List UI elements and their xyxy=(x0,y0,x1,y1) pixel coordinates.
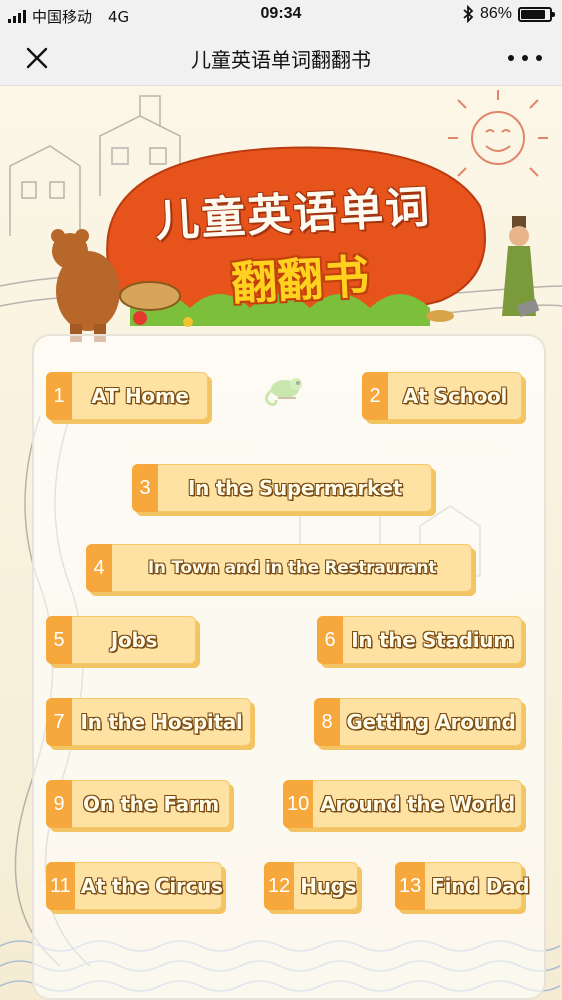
word-label: Around the World xyxy=(320,792,515,816)
bluetooth-icon xyxy=(463,5,474,23)
word-button-3[interactable]: 3 In the Supermarket xyxy=(132,464,432,512)
word-number: 11 xyxy=(46,862,75,910)
word-number: 6 xyxy=(317,616,343,664)
more-icon-dot xyxy=(536,55,542,61)
battery-fill xyxy=(521,9,546,19)
word-button-1[interactable]: 1 AT Home xyxy=(46,372,208,420)
word-number: 13 xyxy=(395,862,426,910)
word-number: 8 xyxy=(314,698,340,746)
word-button-9[interactable]: 9 On the Farm xyxy=(46,780,230,828)
word-button-2[interactable]: 2 At School xyxy=(362,372,522,420)
page-title: 儿童英语单词翻翻书 xyxy=(191,48,371,72)
battery-icon xyxy=(518,6,555,22)
word-label: In the Hospital xyxy=(80,710,243,734)
word-button-6[interactable]: 6 In the Stadium xyxy=(317,616,522,664)
word-label: Find Dad xyxy=(431,874,530,898)
word-label: Hugs xyxy=(300,874,357,898)
word-number: 5 xyxy=(46,616,72,664)
word-button-10[interactable]: 10 Around the World xyxy=(283,780,522,828)
more-button[interactable] xyxy=(508,43,542,73)
word-button-8[interactable]: 8 Getting Around xyxy=(314,698,522,746)
nav-bar: 儿童英语单词翻翻书 xyxy=(0,30,562,86)
word-number: 12 xyxy=(264,862,295,910)
word-label: At the Circus xyxy=(80,874,223,898)
word-number: 7 xyxy=(46,698,72,746)
word-button-13[interactable]: 13 Find Dad xyxy=(395,862,530,910)
word-button-5[interactable]: 5 Jobs xyxy=(46,616,196,664)
word-number: 10 xyxy=(283,780,314,828)
word-button-4[interactable]: 4 In Town and in the Restraurant xyxy=(86,544,472,592)
banner-subtitle: 翻翻书 xyxy=(229,249,371,311)
word-label: On the Farm xyxy=(83,792,219,816)
content-area: 儿童英语单词 翻翻书 1 AT Home 2 At School 3 In th… xyxy=(0,86,562,1000)
word-label: In Town and in the Restraurant xyxy=(147,558,437,578)
word-number: 9 xyxy=(46,780,72,828)
basket-illustration xyxy=(119,281,181,311)
more-icon xyxy=(508,55,514,61)
word-button-12[interactable]: 12 Hugs xyxy=(264,862,358,910)
old-man-illustration xyxy=(502,216,540,318)
word-label: At School xyxy=(402,384,508,408)
word-number: 4 xyxy=(86,544,112,592)
more-icon-dot xyxy=(522,55,528,61)
word-number: 2 xyxy=(362,372,388,420)
battery-percent: 86% xyxy=(479,5,512,22)
status-right: 86% xyxy=(462,5,555,23)
word-button-11[interactable]: 11 At the Circus xyxy=(46,862,223,910)
word-number: 3 xyxy=(132,464,158,512)
sun-icon xyxy=(448,90,548,177)
word-number: 1 xyxy=(46,372,72,420)
word-label: In the Supermarket xyxy=(187,476,403,500)
word-label: Getting Around xyxy=(346,710,516,734)
word-label: AT Home xyxy=(91,384,189,408)
status-bar: 中国移动 4G 09:34 86% xyxy=(0,0,562,30)
word-label: In the Stadium xyxy=(351,628,514,652)
word-label: Jobs xyxy=(110,628,158,652)
word-button-7[interactable]: 7 In the Hospital xyxy=(46,698,251,746)
